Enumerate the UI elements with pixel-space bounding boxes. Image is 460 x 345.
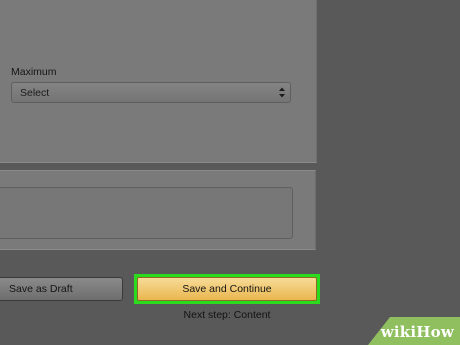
next-step-text: Next step: Content (183, 309, 271, 321)
save-as-draft-button[interactable]: Save as Draft (0, 277, 123, 301)
page: Maximum Select Save as Draft Save and Co… (0, 0, 460, 345)
settings-panel: Maximum Select (0, 0, 317, 163)
maximum-select[interactable]: Select (11, 82, 291, 103)
select-arrows-icon (279, 87, 285, 98)
save-and-continue-highlight: Save and Continue (134, 274, 320, 304)
description-textarea[interactable] (0, 187, 293, 239)
maximum-label: Maximum (11, 66, 57, 78)
maximum-select-value: Select (20, 87, 50, 99)
save-and-continue-button[interactable]: Save and Continue (137, 277, 317, 301)
wikihow-logo-text: wikiHow (380, 323, 454, 341)
wikihow-logo: wikiHow (368, 317, 460, 345)
description-panel (0, 170, 316, 250)
